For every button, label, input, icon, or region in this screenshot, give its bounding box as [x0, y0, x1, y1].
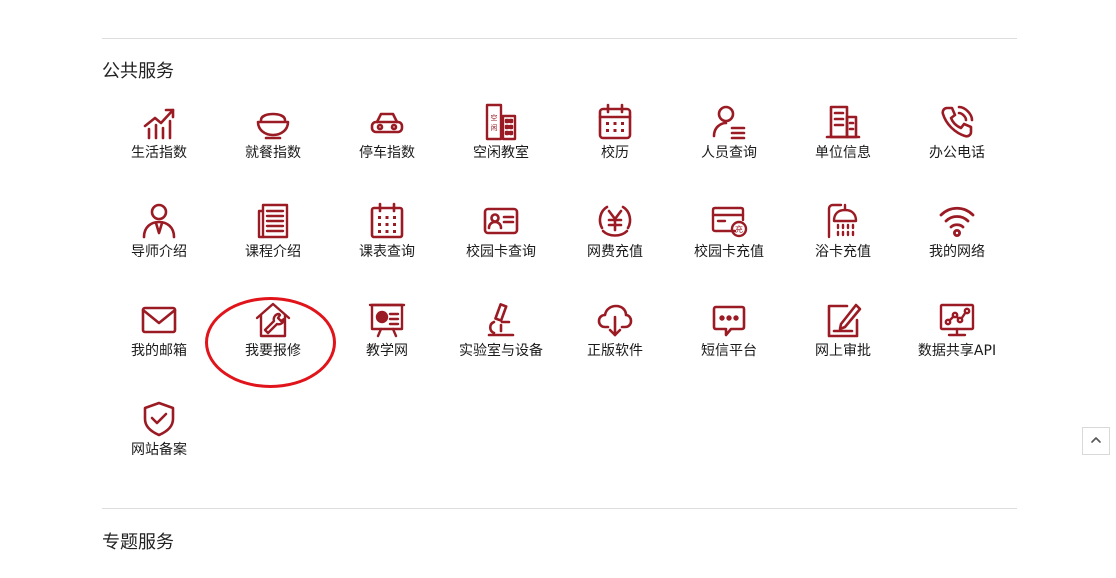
approval-edit-icon — [823, 300, 863, 340]
person-search-icon — [709, 102, 749, 142]
service-tile-licensed-software[interactable]: 正版软件 — [558, 298, 672, 368]
service-tile-repair-request[interactable]: 我要报修 — [216, 298, 330, 368]
service-label: 课表查询 — [359, 244, 415, 260]
service-label: 我的邮箱 — [131, 343, 187, 359]
service-tile-parking-index[interactable]: 停车指数 — [330, 100, 444, 170]
id-card-icon — [481, 201, 521, 241]
schedule-icon — [367, 201, 407, 241]
service-label: 实验室与设备 — [459, 343, 543, 359]
shower-icon — [823, 201, 863, 241]
service-tile-sms-platform[interactable]: 短信平台 — [672, 298, 786, 368]
presentation-icon — [367, 300, 407, 340]
service-label: 课程介绍 — [245, 244, 301, 260]
service-tile-site-filing[interactable]: 网站备案 — [102, 397, 216, 467]
section-divider — [102, 508, 1017, 509]
service-label: 生活指数 — [131, 145, 187, 161]
house-wrench-icon — [253, 300, 293, 340]
service-label: 短信平台 — [701, 343, 757, 359]
service-tile-free-classroom[interactable]: 空 闲 空闲教室 — [444, 100, 558, 170]
chart-trend-icon — [139, 102, 179, 142]
service-label: 网站备案 — [131, 442, 187, 458]
service-tile-lab-equipment[interactable]: 实验室与设备 — [444, 298, 558, 368]
service-tile-course-intro[interactable]: 课程介绍 — [216, 199, 330, 269]
phone-icon — [937, 102, 977, 142]
service-tile-data-api[interactable]: 数据共享API — [900, 298, 1014, 368]
wifi-icon — [937, 201, 977, 241]
car-icon — [367, 102, 407, 142]
service-tile-my-network[interactable]: 我的网络 — [900, 199, 1014, 269]
service-label: 停车指数 — [359, 145, 415, 161]
partial-service-icon — [143, 572, 177, 578]
service-label: 网费充值 — [587, 244, 643, 260]
office-building-icon — [823, 102, 863, 142]
service-label: 数据共享API — [917, 343, 997, 359]
service-tile-card-query[interactable]: 校园卡查询 — [444, 199, 558, 269]
service-tile-life-index[interactable]: 生活指数 — [102, 100, 216, 170]
service-tile-my-mail[interactable]: 我的邮箱 — [102, 298, 216, 368]
service-tile-office-phone[interactable]: 办公电话 — [900, 100, 1014, 170]
top-divider — [102, 38, 1017, 39]
service-label: 正版软件 — [587, 343, 643, 359]
service-label: 就餐指数 — [245, 145, 301, 161]
service-tile-card-recharge[interactable]: 充 校园卡充值 — [672, 199, 786, 269]
service-tile-unit-info[interactable]: 单位信息 — [786, 100, 900, 170]
building-free-icon: 空 闲 — [481, 102, 521, 142]
service-label: 网上审批 — [815, 343, 871, 359]
service-label: 单位信息 — [815, 145, 871, 161]
rice-bowl-icon — [253, 102, 293, 142]
service-tile-dining-index[interactable]: 就餐指数 — [216, 100, 330, 170]
page: 公共服务 生活指数 就餐指数 停车指数 空 闲 空闲教室 校历 人员查询 单位信… — [0, 0, 1116, 578]
mail-icon — [139, 300, 179, 340]
service-label: 导师介绍 — [131, 244, 187, 260]
service-tile-tutor-intro[interactable]: 导师介绍 — [102, 199, 216, 269]
svg-text:充: 充 — [735, 224, 743, 234]
svg-text:空: 空 — [491, 113, 498, 122]
service-tile-schedule-query[interactable]: 课表查询 — [330, 199, 444, 269]
section-title-public: 公共服务 — [102, 61, 174, 82]
service-tile-net-recharge[interactable]: 网费充值 — [558, 199, 672, 269]
document-icon — [253, 201, 293, 241]
microscope-icon — [481, 300, 521, 340]
calendar-icon — [595, 102, 635, 142]
service-label: 空闲教室 — [473, 145, 529, 161]
svg-text:闲: 闲 — [491, 123, 498, 132]
card-recharge-icon: 充 — [709, 201, 749, 241]
tutor-icon — [139, 201, 179, 241]
service-label: 我要报修 — [245, 343, 301, 359]
chat-bubble-icon — [709, 300, 749, 340]
shield-check-icon — [139, 399, 179, 439]
chevron-up-icon — [1089, 432, 1103, 451]
service-label: 浴卡充值 — [815, 244, 871, 260]
service-tile-bath-recharge[interactable]: 浴卡充值 — [786, 199, 900, 269]
service-tile-teaching-web[interactable]: 教学网 — [330, 298, 444, 368]
service-tile-school-calendar[interactable]: 校历 — [558, 100, 672, 170]
service-label: 教学网 — [366, 343, 408, 359]
service-label: 人员查询 — [701, 145, 757, 161]
yuan-coin-icon — [595, 201, 635, 241]
service-label: 校园卡充值 — [694, 244, 764, 260]
service-label: 校园卡查询 — [466, 244, 536, 260]
service-tile-staff-query[interactable]: 人员查询 — [672, 100, 786, 170]
service-label: 我的网络 — [929, 244, 985, 260]
service-label: 办公电话 — [929, 145, 985, 161]
data-monitor-icon — [937, 300, 977, 340]
back-to-top-button[interactable] — [1082, 427, 1110, 455]
service-tile-online-approval[interactable]: 网上审批 — [786, 298, 900, 368]
service-label: 校历 — [601, 145, 629, 161]
section-title-special: 专题服务 — [102, 532, 174, 553]
cloud-download-icon — [595, 300, 635, 340]
